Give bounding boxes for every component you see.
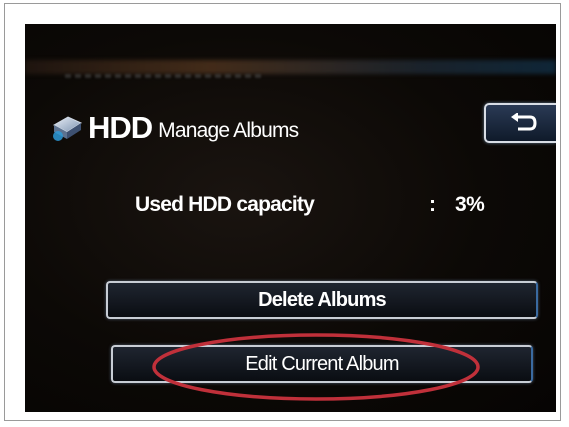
edit-current-album-label: Edit Current Album bbox=[245, 352, 399, 375]
display-screen: HDD Manage Albums Used HDD capacity : 3%… bbox=[25, 24, 556, 412]
hdd-title: HDD bbox=[88, 110, 153, 145]
back-button[interactable] bbox=[484, 103, 556, 143]
header: HDD Manage Albums bbox=[50, 106, 299, 150]
figure-frame: HDD Manage Albums Used HDD capacity : 3%… bbox=[4, 3, 561, 421]
delete-albums-button[interactable]: Delete Albums bbox=[106, 281, 538, 319]
hdd-drive-icon bbox=[50, 111, 84, 145]
capacity-label: Used HDD capacity bbox=[135, 193, 315, 216]
screen-top-strip bbox=[25, 60, 556, 74]
delete-albums-label: Delete Albums bbox=[258, 288, 387, 311]
screen-top-dots bbox=[65, 74, 265, 78]
capacity-separator: : bbox=[429, 193, 436, 216]
page-title: Manage Albums bbox=[158, 119, 299, 142]
capacity-value: 3% bbox=[455, 193, 485, 216]
edit-current-album-button[interactable]: Edit Current Album bbox=[111, 345, 533, 383]
return-arrow-icon bbox=[508, 112, 538, 133]
